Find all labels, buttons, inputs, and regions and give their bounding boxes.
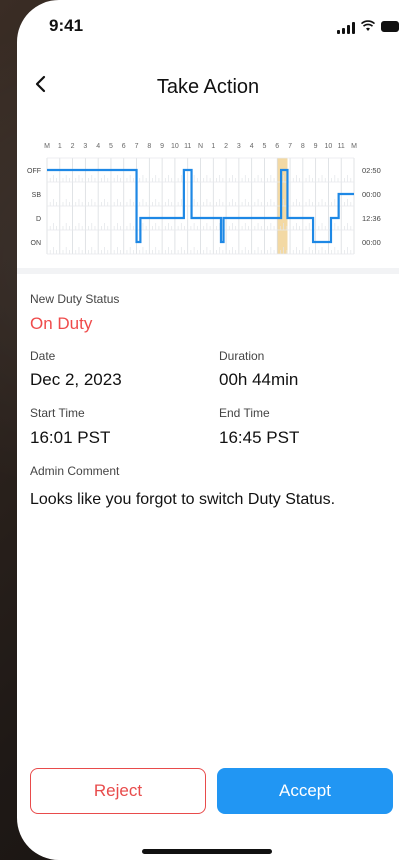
end-time-label: End Time: [219, 406, 270, 420]
hour-label: 5: [263, 143, 267, 150]
hour-label: 9: [314, 143, 318, 150]
nav-bar: Take Action: [17, 62, 399, 110]
row-total: 02:50: [362, 166, 381, 175]
hour-label: 2: [224, 143, 228, 150]
row-total: 00:00: [362, 190, 381, 199]
battery-icon: [381, 21, 399, 32]
start-time-value: 16:01 PST: [30, 428, 111, 447]
date-label: Date: [30, 349, 56, 363]
duty-status-chart: M 1 2 3 4 5 6 7 8 9 10 11 N 1 2 3 4 5 6 7 8 9 10 11 M OFF SB D ON 02:…: [27, 143, 381, 255]
hour-label: 8: [301, 143, 305, 150]
home-indicator: [142, 849, 272, 854]
row-total: 00:00: [362, 238, 381, 247]
hour-label: M: [44, 143, 50, 150]
admin-comment-text: Looks like you forgot to switch Duty Sta…: [30, 491, 336, 508]
duration-value: 00h 44min: [219, 370, 299, 389]
hour-label: M: [351, 143, 357, 150]
hour-label: 10: [325, 143, 333, 150]
hour-label: 4: [96, 143, 100, 150]
status-time: 9:41: [49, 16, 84, 35]
accept-button[interactable]: Accept: [217, 768, 393, 814]
row-label: OFF: [27, 168, 41, 175]
duration-label: Duration: [219, 349, 265, 363]
reject-button[interactable]: Reject: [30, 768, 206, 814]
date-value: Dec 2, 2023: [30, 370, 122, 389]
hour-label: 11: [184, 143, 191, 150]
hour-label: 6: [275, 143, 279, 150]
end-time-value: 16:45 PST: [219, 428, 300, 447]
row-label: D: [36, 216, 41, 223]
row-label: ON: [31, 240, 42, 247]
hour-label: 8: [147, 143, 151, 150]
new-status-value: On Duty: [30, 314, 93, 333]
hour-label: 7: [135, 143, 139, 150]
signal-icon: [337, 22, 359, 34]
hour-label: 11: [338, 143, 345, 150]
status-bar: 9:41: [17, 0, 399, 54]
hour-label: 1: [211, 143, 215, 150]
hour-label: 7: [288, 143, 292, 150]
hour-label: 10: [171, 143, 179, 150]
section-divider: [17, 268, 399, 274]
new-status-label: New Duty Status: [30, 292, 120, 306]
hour-label: 6: [122, 143, 126, 150]
hour-label: 3: [237, 143, 241, 150]
hour-label: 2: [71, 143, 75, 150]
phone-screen: 9:41 Take Action M 1 2 3 4 5 6 7 8 9 10 11 N 1 2 3 4 5 6 7 8…: [17, 0, 399, 860]
wifi-icon: [361, 20, 375, 31]
hour-label: 5: [109, 143, 113, 150]
hour-label: 4: [250, 143, 254, 150]
page-title: Take Action: [156, 76, 260, 98]
hour-label: N: [198, 143, 203, 150]
row-total: 12:36: [362, 214, 381, 223]
admin-comment-label: Admin Comment: [30, 464, 120, 478]
hour-label: 1: [58, 143, 62, 150]
row-label: SB: [32, 192, 42, 199]
start-time-label: Start Time: [30, 406, 85, 420]
hour-label: 3: [83, 143, 87, 150]
hour-label: 9: [160, 143, 164, 150]
